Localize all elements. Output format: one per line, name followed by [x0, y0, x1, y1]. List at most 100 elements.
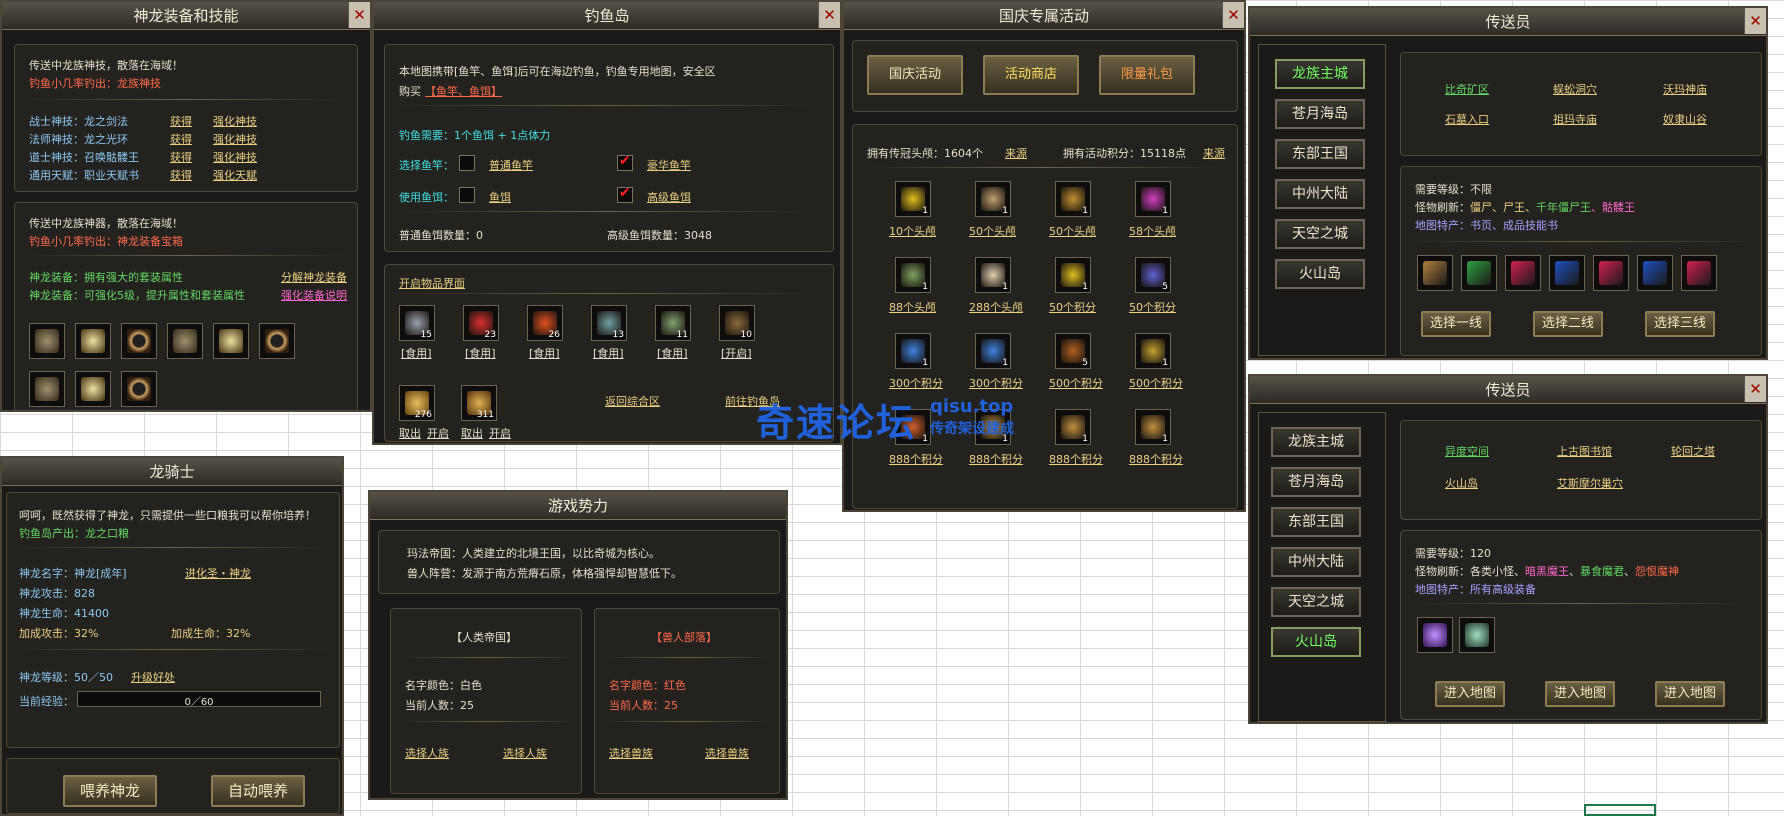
select-orc-link[interactable]: 选择兽族	[705, 745, 749, 761]
map-link[interactable]: 石墓入口	[1445, 111, 1489, 127]
buy-link[interactable]: 【鱼竿、鱼饵】	[425, 83, 502, 99]
evolve-link[interactable]: 进化圣・神龙	[185, 565, 251, 581]
shop-price-link[interactable]: 888个积分	[889, 451, 943, 467]
shop-item-slot[interactable]: 1	[1055, 409, 1091, 445]
skill-book-slot[interactable]	[1549, 255, 1585, 291]
map-link[interactable]: 祖玛寺庙	[1553, 111, 1597, 127]
item-action-link[interactable]: [食用]	[593, 345, 624, 361]
fish-item-slot[interactable]: 23	[463, 305, 499, 341]
nav-moon-island[interactable]: 苍月海岛	[1275, 99, 1365, 129]
tab-limited-gift[interactable]: 限量礼包	[1099, 55, 1195, 95]
nav-dragon-city[interactable]: 龙族主城	[1275, 59, 1365, 89]
item-action-link[interactable]: [食用]	[465, 345, 496, 361]
normal-bait-checkbox[interactable]	[459, 187, 475, 203]
skill-book-slot[interactable]	[1593, 255, 1629, 291]
shop-item-slot[interactable]: 1	[895, 181, 931, 217]
fish-item-slot[interactable]: 11	[655, 305, 691, 341]
open-link[interactable]: 开启	[427, 425, 449, 441]
map-link[interactable]: 奴隶山谷	[1663, 111, 1707, 127]
source-link[interactable]: 来源	[1203, 145, 1225, 161]
nav-central-land[interactable]: 中州大陆	[1275, 179, 1365, 209]
take-out-link[interactable]: 取出	[461, 425, 483, 441]
return-link[interactable]: 返回综合区	[605, 393, 660, 409]
close-button[interactable]: ✕	[348, 2, 370, 28]
shop-price-link[interactable]: 888个积分	[969, 451, 1023, 467]
nav-central-land[interactable]: 中州大陆	[1271, 547, 1361, 577]
shop-item-slot[interactable]: 1	[975, 257, 1011, 293]
enhance-info-link[interactable]: 强化装备说明	[281, 287, 347, 303]
fish-item-slot[interactable]: 26	[527, 305, 563, 341]
enter-map-button[interactable]: 进入地图	[1655, 681, 1725, 707]
deluxe-rod-checkbox[interactable]	[617, 153, 633, 171]
deluxe-rod-link[interactable]: 豪华鱼竿	[647, 157, 691, 173]
fish-item-slot[interactable]: 13	[591, 305, 627, 341]
take-out-link[interactable]: 取出	[399, 425, 421, 441]
shop-item-slot[interactable]: 1	[1055, 181, 1091, 217]
source-link[interactable]: 来源	[1005, 145, 1027, 161]
map-link[interactable]: 异度空间	[1445, 443, 1489, 459]
shop-price-link[interactable]: 888个积分	[1129, 451, 1183, 467]
treasure-chest-slot[interactable]: 276	[399, 385, 435, 421]
shop-price-link[interactable]: 10个头颅	[889, 223, 936, 239]
enter-map-button[interactable]: 进入地图	[1435, 681, 1505, 707]
enter-map-button[interactable]: 进入地图	[1545, 681, 1615, 707]
shop-item-slot[interactable]: 5	[1135, 257, 1171, 293]
equipment-slot[interactable]	[121, 323, 157, 359]
feed-dragon-button[interactable]: 喂养神龙	[63, 775, 157, 807]
shop-price-link[interactable]: 50个积分	[1049, 299, 1096, 315]
equipment-slot[interactable]	[167, 323, 203, 359]
equipment-slot[interactable]	[259, 323, 295, 359]
auto-feed-button[interactable]: 自动喂养	[211, 775, 305, 807]
nav-sky-city[interactable]: 天空之城	[1271, 587, 1361, 617]
shop-price-link[interactable]: 300个积分	[889, 375, 943, 391]
get-skill-link[interactable]: 获得	[170, 113, 192, 129]
upgrade-talent-link[interactable]: 强化天赋	[213, 167, 257, 183]
get-skill-link[interactable]: 获得	[170, 131, 192, 147]
equipment-slot[interactable]	[1459, 617, 1495, 653]
equipment-slot[interactable]	[1417, 617, 1453, 653]
shop-item-slot[interactable]: 1	[1135, 181, 1171, 217]
select-line-1-button[interactable]: 选择一线	[1421, 311, 1491, 337]
upgrade-benefits-link[interactable]: 升级好处	[131, 669, 175, 685]
tab-event-shop[interactable]: 活动商店	[983, 55, 1079, 95]
equipment-slot[interactable]	[29, 323, 65, 359]
equipment-slot[interactable]	[213, 323, 249, 359]
shop-item-slot[interactable]: 1	[975, 181, 1011, 217]
shop-item-slot[interactable]: 1	[1055, 257, 1091, 293]
nav-dragon-city[interactable]: 龙族主城	[1271, 427, 1361, 457]
item-action-link[interactable]: [食用]	[529, 345, 560, 361]
shop-price-link[interactable]: 58个头颅	[1129, 223, 1176, 239]
advanced-bait-checkbox[interactable]	[617, 185, 633, 203]
select-human-link[interactable]: 选择人族	[503, 745, 547, 761]
equipment-slot[interactable]	[75, 323, 111, 359]
shop-price-link[interactable]: 300个积分	[969, 375, 1023, 391]
shop-item-slot[interactable]: 1	[1135, 409, 1171, 445]
tab-national-day[interactable]: 国庆活动	[867, 55, 963, 95]
open-inventory-link[interactable]: 开启物品界面	[399, 275, 465, 291]
get-skill-link[interactable]: 获得	[170, 149, 192, 165]
nav-east-kingdom[interactable]: 东部王国	[1271, 507, 1361, 537]
skill-book-slot[interactable]	[1637, 255, 1673, 291]
shop-price-link[interactable]: 50个头颅	[1049, 223, 1096, 239]
map-link[interactable]: 上古图书馆	[1557, 443, 1612, 459]
map-link[interactable]: 火山岛	[1445, 475, 1478, 491]
get-skill-link[interactable]: 获得	[170, 167, 192, 183]
shop-price-link[interactable]: 888个积分	[1049, 451, 1103, 467]
fish-item-slot[interactable]: 10	[719, 305, 755, 341]
item-action-link[interactable]: [食用]	[401, 345, 432, 361]
nav-east-kingdom[interactable]: 东部王国	[1275, 139, 1365, 169]
selected-cell[interactable]	[1584, 804, 1656, 816]
map-link[interactable]: 沃玛神庙	[1663, 81, 1707, 97]
map-link[interactable]: 轮回之塔	[1671, 443, 1715, 459]
nav-volcano-island[interactable]: 火山岛	[1275, 259, 1365, 289]
upgrade-skill-link[interactable]: 强化神技	[213, 131, 257, 147]
item-action-link[interactable]: [食用]	[657, 345, 688, 361]
normal-bait-link[interactable]: 鱼饵	[489, 189, 511, 205]
shop-item-slot[interactable]: 1	[895, 257, 931, 293]
upgrade-skill-link[interactable]: 强化神技	[213, 149, 257, 165]
open-link[interactable]: 开启	[489, 425, 511, 441]
nav-moon-island[interactable]: 苍月海岛	[1271, 467, 1361, 497]
close-button[interactable]: ✕	[818, 2, 840, 28]
skill-book-slot[interactable]	[1417, 255, 1453, 291]
skill-book-slot[interactable]	[1681, 255, 1717, 291]
